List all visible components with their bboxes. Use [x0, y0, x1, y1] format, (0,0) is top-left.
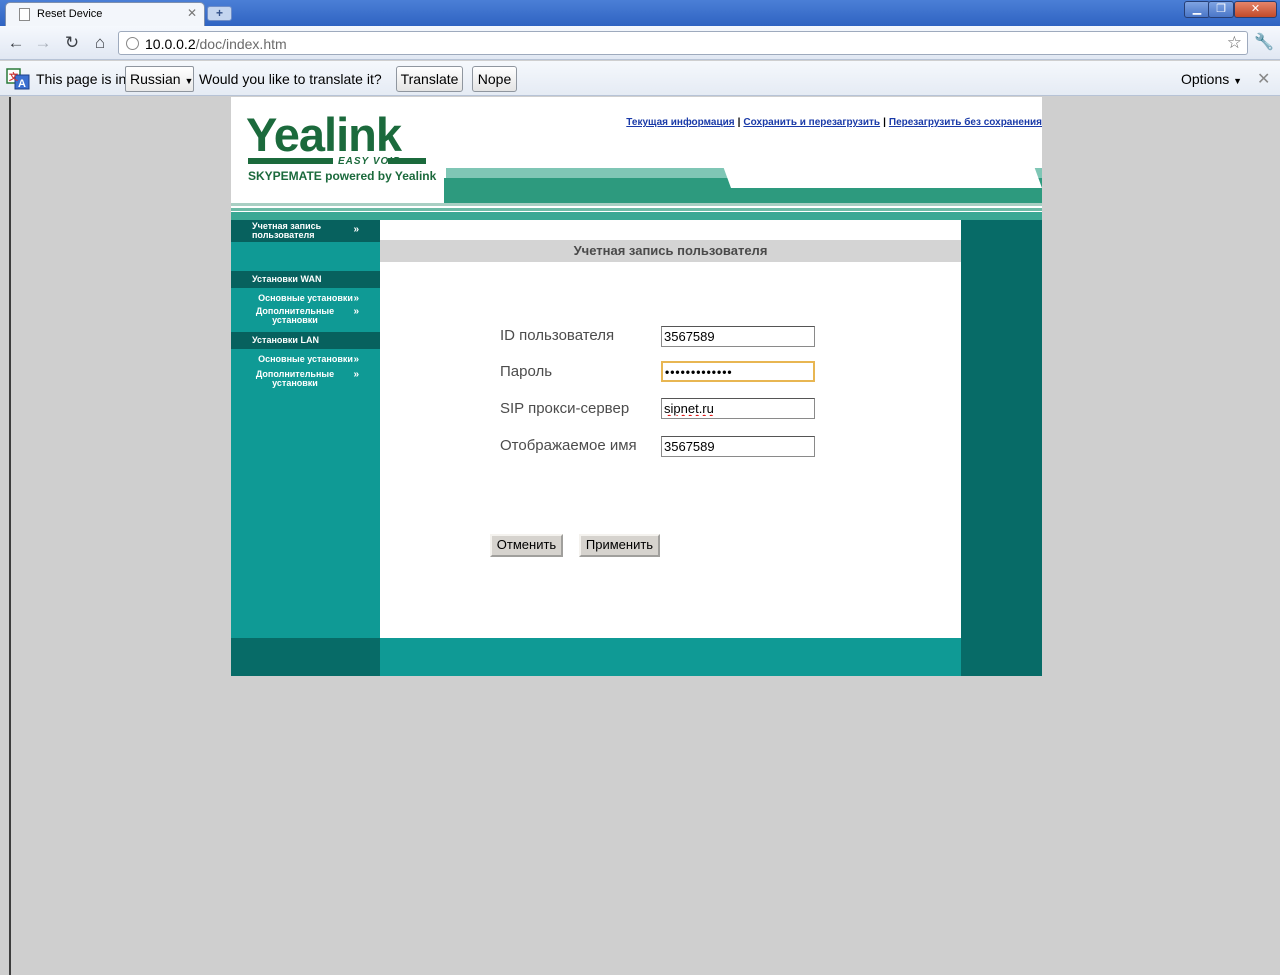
window-titlebar: Reset Device ✕ + ▁ ❐ ✕: [0, 0, 1280, 26]
nope-button[interactable]: Nope: [472, 66, 517, 92]
device-config-page: Yealink EASY VOIP SKYPEMATE powered by Y…: [231, 97, 1042, 676]
page-header: Yealink EASY VOIP SKYPEMATE powered by Y…: [231, 97, 1042, 220]
link-current-info[interactable]: Текущая информация: [626, 117, 734, 128]
sip-proxy-input[interactable]: [661, 398, 815, 419]
link-separator: |: [737, 117, 741, 128]
logo-bar: [248, 158, 333, 164]
translate-button[interactable]: Translate: [396, 66, 463, 92]
options-label: Options: [1181, 71, 1230, 87]
user-id-input[interactable]: [661, 326, 815, 347]
link-reboot-no-save[interactable]: Перезагрузить без сохранения: [889, 117, 1042, 128]
sidebar-item-lan-advanced[interactable]: Дополнительные установки »: [231, 370, 380, 388]
sidebar-nav: Учетная запись пользователя » Установки …: [231, 220, 380, 638]
page-title: Учетная запись пользователя: [380, 240, 961, 262]
options-menu[interactable]: Options ▼: [1181, 71, 1242, 87]
logo-tagline: SKYPEMATE powered by Yealink: [248, 169, 437, 183]
double-chevron-icon: »: [353, 369, 359, 380]
password-label: Пароль: [500, 363, 553, 380]
minimize-button[interactable]: ▁: [1184, 1, 1210, 18]
infobar-question: Would you like to translate it?: [199, 71, 382, 87]
reload-icon[interactable]: ↻: [61, 32, 83, 54]
language-value: Russian: [130, 71, 181, 87]
sidebar-heading-wan: Установки WAN: [231, 271, 380, 288]
bookmark-star-icon[interactable]: ☆: [1227, 33, 1242, 53]
tab-title: Reset Device: [37, 8, 103, 20]
sidebar-item-label: Основные установки: [258, 293, 353, 303]
display-name-label: Отображаемое имя: [500, 437, 637, 454]
home-icon[interactable]: ⌂: [89, 32, 111, 54]
header-stripe: [231, 208, 1042, 211]
user-id-label: ID пользователя: [500, 327, 615, 344]
window-edge-line: [9, 97, 11, 975]
display-name-input[interactable]: [661, 436, 815, 457]
wrench-icon[interactable]: 🔧: [1254, 32, 1274, 52]
header-stripe: [231, 212, 1042, 220]
url-text: 10.0.0.2/doc/index.htm: [145, 36, 287, 52]
header-links: Текущая информация | Сохранить и перезагру…: [626, 117, 1042, 128]
address-bar[interactable]: 10.0.0.2/doc/index.htm ☆: [118, 31, 1248, 55]
url-host: 10.0.0.2: [145, 36, 196, 52]
sidebar-item-label: Дополнительные установки: [255, 306, 335, 325]
sidebar-item-wan-basic[interactable]: Основные установки »: [231, 293, 380, 304]
apply-button[interactable]: Применить: [579, 534, 660, 557]
browser-toolbar: ← → ↻ ⌂ 10.0.0.2/doc/index.htm ☆ 🔧: [0, 26, 1280, 60]
logo-wordmark: Yealink: [246, 108, 402, 161]
globe-icon: [126, 37, 139, 50]
double-chevron-icon: »: [353, 293, 359, 304]
translate-infobar: A 文 This page is in Russian ▼ Would you …: [0, 61, 1280, 96]
yealink-logo: Yealink EASY VOIP SKYPEMATE powered by Y…: [246, 108, 436, 186]
page-icon: [19, 8, 30, 21]
password-input[interactable]: [661, 361, 815, 382]
double-chevron-icon: »: [353, 354, 359, 365]
dropdown-arrow-icon: ▼: [1233, 76, 1243, 86]
browser-tab[interactable]: Reset Device ✕: [5, 2, 205, 26]
sidebar-item-account[interactable]: Учетная запись пользователя »: [231, 220, 380, 242]
forward-icon[interactable]: →: [32, 32, 54, 54]
tab-close-icon[interactable]: ✕: [187, 6, 197, 20]
sidebar-item-label: Основные установки: [258, 354, 353, 364]
language-select[interactable]: Russian ▼: [125, 66, 194, 92]
right-column: [961, 220, 1042, 676]
link-separator: |: [883, 117, 886, 128]
svg-text:A: A: [18, 78, 26, 90]
sip-proxy-label: SIP прокси-сервер: [500, 400, 630, 417]
dropdown-arrow-icon: ▼: [184, 76, 194, 86]
restore-button[interactable]: ❐: [1208, 1, 1234, 18]
url-path: /doc/index.htm: [195, 36, 287, 52]
double-chevron-icon: »: [353, 306, 359, 317]
sidebar-item-lan-basic[interactable]: Основные установки »: [231, 354, 380, 365]
sidebar-heading-lan: Установки LAN: [231, 332, 380, 349]
logo-bar: [388, 158, 426, 164]
link-save-reboot[interactable]: Сохранить и перезагрузить: [743, 117, 880, 128]
header-stripe: [231, 203, 1042, 206]
new-tab-button[interactable]: +: [207, 6, 232, 21]
sidebar-item-label: Учетная запись пользователя: [252, 221, 322, 240]
infobar-close-icon[interactable]: ✕: [1257, 69, 1270, 89]
back-icon[interactable]: ←: [5, 32, 27, 54]
svg-text:文: 文: [8, 71, 19, 82]
footer: [380, 638, 961, 676]
footer-left: [231, 638, 380, 676]
translate-icon: A 文: [6, 68, 30, 90]
close-window-button[interactable]: ✕: [1234, 1, 1277, 18]
infobar-prefix: This page is in: [36, 71, 127, 87]
sidebar-item-wan-advanced[interactable]: Дополнительные установки »: [231, 307, 380, 325]
cancel-button[interactable]: Отменить: [490, 534, 563, 557]
double-chevron-icon: »: [353, 224, 359, 235]
header-decoration: [721, 163, 1042, 188]
sidebar-item-label: Дополнительные установки: [255, 369, 335, 388]
